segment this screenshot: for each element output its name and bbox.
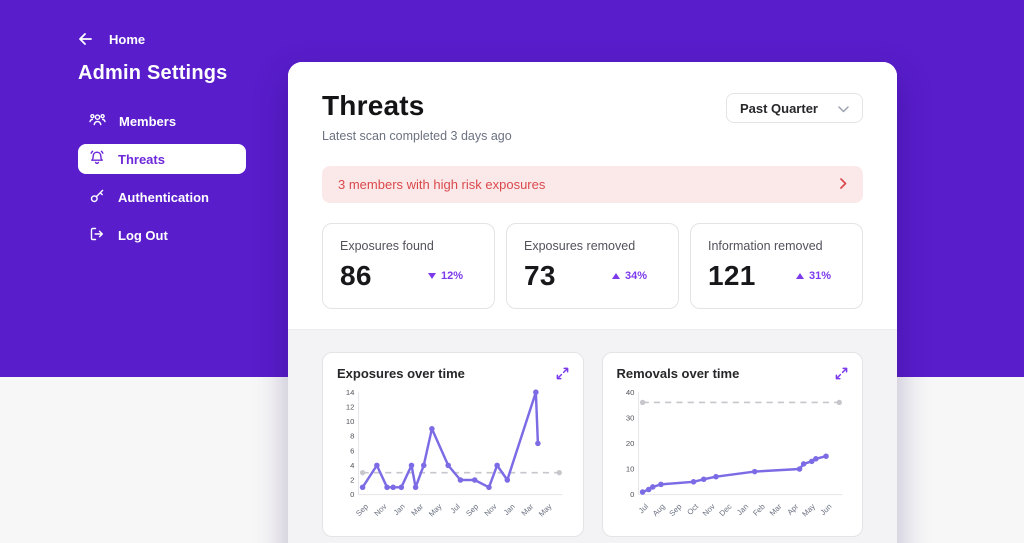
alert-text: 3 members with high risk exposures [338,177,546,192]
sidebar-item-label: Members [119,113,177,129]
sidebar-item-label: Threats [118,151,165,167]
sidebar-title: Admin Settings [78,62,228,84]
svg-text:6: 6 [350,446,354,455]
chart-title: Exposures over time [337,366,465,381]
stat-delta: 34% [611,270,647,282]
main-panel: Threats Latest scan completed 3 days ago… [288,62,897,543]
stat-value: 86 [340,260,372,291]
svg-text:8: 8 [350,432,354,441]
svg-text:20: 20 [625,439,634,448]
bell-icon [89,150,105,169]
svg-text:Jun: Jun [818,502,833,517]
stat-delta: 31% [795,270,831,282]
high-risk-alert[interactable]: 3 members with high risk exposures [322,166,863,203]
stat-label: Exposures removed [524,239,636,253]
stat-label: Information removed [708,239,823,253]
back-home-label: Home [109,31,146,47]
svg-text:Jul: Jul [636,502,650,516]
triangle-down-icon [427,273,436,279]
stat-label: Exposures found [340,239,434,253]
sidebar: Home Admin Settings Members Threats Auth… [78,30,246,258]
chevron-right-icon [840,176,847,194]
svg-text:May: May [537,502,554,519]
svg-text:Nov: Nov [483,502,499,518]
svg-text:Feb: Feb [751,502,767,518]
stat-card-information-removed: Information removed 121 31% [690,223,863,309]
svg-text:2: 2 [350,476,354,485]
svg-text:Jan: Jan [392,502,407,517]
expand-icon[interactable] [835,367,848,380]
logout-icon [89,226,105,245]
stat-card-exposures-removed: Exposures removed 73 34% [506,223,679,309]
svg-text:Jan: Jan [502,502,517,517]
period-dropdown[interactable]: Past Quarter [725,93,863,123]
sidebar-item-authentication[interactable]: Authentication [78,182,246,212]
svg-text:Apr: Apr [785,502,800,517]
members-icon [89,112,106,130]
triangle-up-icon [611,273,620,279]
svg-text:Mar: Mar [409,502,425,518]
sidebar-item-logout[interactable]: Log Out [78,220,246,250]
svg-text:Sep: Sep [354,502,370,518]
period-dropdown-value: Past Quarter [739,100,818,116]
svg-text:Mar: Mar [520,502,536,518]
svg-text:Dec: Dec [717,502,733,518]
stat-delta: 12% [427,270,463,282]
sidebar-item-threats[interactable]: Threats [78,144,246,174]
svg-text:Aug: Aug [650,502,666,518]
sidebar-item-label: Log Out [118,227,168,243]
sidebar-item-label: Authentication [118,189,209,205]
sidebar-nav: Members Threats Authentication Log Out [78,106,246,250]
svg-text:10: 10 [625,465,634,474]
triangle-up-icon [795,273,804,279]
svg-text:14: 14 [346,388,355,397]
removals-chart-card: Removals over time 0 10 20 30 40 Jul Aug Sep Oct… [601,352,863,537]
sidebar-item-members[interactable]: Members [78,106,246,136]
svg-text:0: 0 [350,490,354,499]
stat-value: 121 [708,260,756,291]
removals-line-chart: 0 10 20 30 40 Jul Aug Sep Oct Nov Dec Jan Feb Mar Apr M… [617,384,849,529]
svg-text:Sep: Sep [464,502,480,518]
svg-text:4: 4 [350,461,355,470]
arrow-left-icon [78,32,93,46]
svg-text:Oct: Oct [685,501,700,516]
svg-text:12: 12 [346,402,355,411]
svg-text:0: 0 [630,490,634,499]
exposures-line-chart: 0 2 4 6 8 10 12 14 Sep Nov Jan Mar May Jul Sep Nov Jan Ma… [337,384,569,529]
page-title: Threats [322,90,425,121]
svg-text:Jan: Jan [735,502,750,517]
svg-text:30: 30 [625,413,634,422]
last-scan-status: Latest scan completed 3 days ago [322,129,512,143]
svg-text:Sep: Sep [667,502,683,518]
stat-card-exposures-found: Exposures found 86 12% [322,223,495,309]
svg-text:Mar: Mar [767,502,783,518]
back-home-link[interactable]: Home [78,30,246,48]
expand-icon[interactable] [556,367,569,380]
svg-text:May: May [800,502,817,519]
key-icon [89,188,105,207]
svg-text:May: May [427,502,444,519]
svg-text:10: 10 [346,417,355,426]
svg-text:40: 40 [625,388,634,397]
stat-value: 73 [524,260,556,291]
chart-title: Removals over time [616,366,740,381]
svg-text:Nov: Nov [700,502,716,518]
charts-section: Exposures over time 0 2 4 6 8 10 12 14 Sep Nov Jan… [288,329,897,543]
panel-header-section: Threats Latest scan completed 3 days ago… [288,62,897,329]
stats-row: Exposures found 86 12% Exposures removed… [322,223,863,309]
svg-text:Nov: Nov [372,502,388,518]
svg-text:Jul: Jul [449,502,463,516]
chevron-down-icon [838,101,849,116]
exposures-chart-card: Exposures over time 0 2 4 6 8 10 12 14 Sep Nov Jan… [322,352,584,537]
